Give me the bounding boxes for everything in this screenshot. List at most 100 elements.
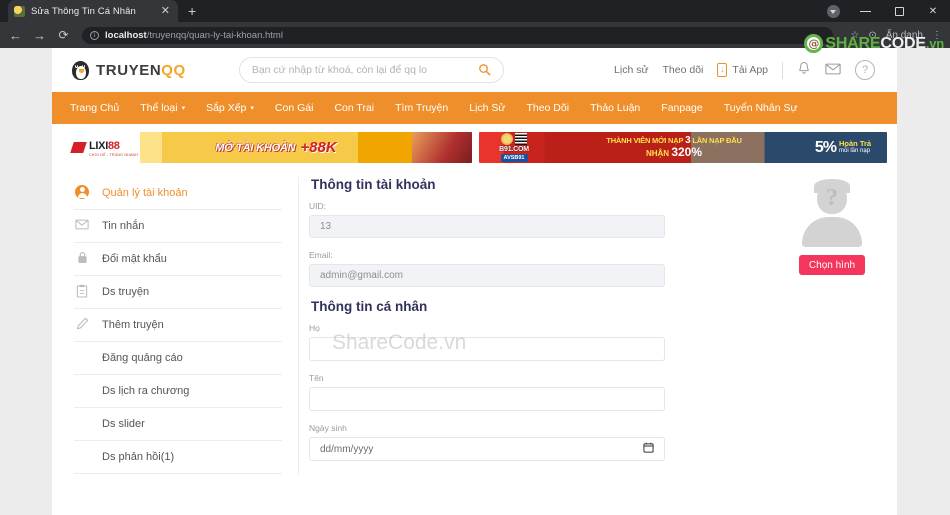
ad-banner-lixi88[interactable]: LIXI88 CHƠI DỄ - TRÚNG NHANH MỞ TÀI KHOẢ…	[64, 132, 472, 163]
nav-item-thao-luan[interactable]: Thảo Luận	[590, 102, 640, 114]
forward-button[interactable]: →	[32, 29, 47, 42]
sidebar-item-dang-quang-cao[interactable]: Đăng quảng cáo	[74, 342, 282, 375]
avatar-panel: ? Chọn hình	[759, 177, 879, 474]
user-avatar[interactable]: ?	[855, 60, 875, 80]
site-info-icon[interactable]: i	[90, 30, 99, 40]
sidebar-item-ds-lich-ra-chuong[interactable]: Ds lịch ra chương	[74, 375, 282, 408]
b91-line2: NHẬN	[645, 149, 670, 159]
nav-item-the-loai[interactable]: Thể loại ▾	[140, 102, 185, 114]
b91-promo-text: THÀNH VIÊN MỚI NẠP 3 LẦN NẠP ĐẦU NHẬN 32…	[549, 134, 799, 159]
ad-banner-row: LIXI88 CHƠI DỄ - TRÚNG NHANH MỞ TÀI KHOẢ…	[52, 124, 897, 163]
sidebar-item-label: Ds phản hồi(1)	[102, 451, 175, 463]
main-navigation: Trang Chủ Thể loại ▾ Sắp Xếp ▾ Con Gái Con…	[52, 92, 897, 124]
nav-item-theo-doi[interactable]: Theo Dõi	[526, 102, 569, 114]
sidebar-item-ds-truyen[interactable]: Ds truyện	[74, 276, 282, 309]
dob-input[interactable]: dd/mm/yyyy	[309, 437, 665, 461]
chevron-down-icon: ▾	[181, 105, 186, 112]
b91-tag: AVSB91	[500, 154, 528, 162]
sharecode-vn-text: .vn	[925, 35, 944, 51]
account-layout: Quản lý tài khoản Tin nhắn Đổi mật khẩu	[52, 163, 897, 474]
firstname-label: Tên	[309, 373, 324, 383]
lixi-promo-text: MỞ TÀI KHOẢN +88K	[140, 139, 412, 156]
sidebar-item-doi-mat-khau[interactable]: Đổi mật khẩu	[74, 243, 282, 276]
sidebar-item-them-truyen[interactable]: Thêm truyện	[74, 309, 282, 342]
messages-envelope-icon[interactable]	[825, 62, 841, 78]
lixi-line2: +88K	[300, 139, 337, 156]
sidebar-item-label: Đổi mật khẩu	[102, 253, 167, 265]
uid-input: 13	[309, 215, 665, 238]
avatar-placeholder: ?	[796, 179, 868, 247]
search-input[interactable]: Bạn cứ nhập từ khoá, còn lại để qq lo	[252, 64, 478, 76]
profile-chip-icon[interactable]	[818, 0, 848, 22]
nav-item-con-trai[interactable]: Con Trai	[334, 102, 374, 114]
search-box[interactable]: Bạn cứ nhập từ khoá, còn lại để qq lo	[238, 57, 504, 83]
nav-label: Trang Chủ	[70, 102, 120, 114]
field-email: Email: admin@gmail.com	[309, 250, 759, 287]
site-logo[interactable]: TRUYENQQ	[70, 60, 186, 80]
browser-tab[interactable]: Sửa Thông Tin Cá Nhân ✕	[8, 0, 178, 22]
lock-icon	[74, 251, 90, 267]
b91-rebate-percent: 5%	[814, 138, 837, 156]
nav-item-sap-xep[interactable]: Sắp Xếp ▾	[206, 102, 254, 114]
avatar-body-shape	[802, 217, 862, 247]
b91-brand-block: B91.COM AVSB91	[479, 132, 549, 163]
nav-item-tim-truyen[interactable]: Tìm Truyện	[395, 102, 448, 114]
nav-label: Tìm Truyện	[395, 102, 449, 114]
tab-title: Sửa Thông Tin Cá Nhân	[31, 5, 136, 17]
lastname-input[interactable]	[309, 337, 665, 361]
window-controls: ✕	[818, 0, 950, 22]
sidebar-item-quan-ly-tai-khoan[interactable]: Quản lý tài khoản	[74, 177, 282, 210]
lixi-brand-number: 88	[107, 140, 120, 153]
reload-button[interactable]: ⟳	[56, 29, 71, 41]
ad-banner-b91[interactable]: B91.COM AVSB91 THÀNH VIÊN MỚI NẠP 3 LẦN …	[479, 132, 887, 163]
nav-label: Con Trai	[334, 102, 375, 114]
header-right: Lịch sử Theo dõi Tải App ?	[614, 60, 879, 80]
tab-close-icon[interactable]: ✕	[159, 5, 172, 17]
nav-item-tuyen-nhan-su[interactable]: Tuyển Nhân Sự	[724, 102, 798, 114]
nav-label: Con Gái	[274, 102, 314, 114]
sidebar-item-ds-phan-hoi[interactable]: Ds phản hồi(1)	[74, 441, 282, 474]
sidebar-item-label: Đăng quảng cáo	[102, 352, 183, 364]
nav-item-fanpage[interactable]: Fanpage	[661, 102, 702, 114]
pen-icon	[74, 317, 90, 333]
nav-label: Theo Dõi	[526, 102, 570, 114]
nav-label: Fanpage	[661, 102, 703, 114]
choose-image-button[interactable]: Chọn hình	[799, 255, 865, 275]
address-bar[interactable]: i localhost/truyenqq/quan-ly-tai-khoan.h…	[82, 26, 834, 44]
maximize-button[interactable]	[882, 0, 916, 22]
notification-bell-icon[interactable]	[797, 61, 811, 79]
nav-item-trang-chu[interactable]: Trang Chủ	[70, 102, 119, 114]
sidebar-item-ds-slider[interactable]: Ds slider	[74, 408, 282, 441]
nav-item-con-gai[interactable]: Con Gái	[275, 102, 314, 114]
sidebar-item-label: Ds lịch ra chương	[102, 385, 190, 397]
page-viewport: TRUYENQQ Bạn cứ nhập từ khoá, còn lại để…	[0, 48, 950, 515]
new-tab-button[interactable]: +	[188, 3, 196, 22]
download-app-link[interactable]: Tải App	[717, 63, 768, 77]
lixi-artwork	[412, 132, 472, 163]
calendar-icon[interactable]	[643, 442, 654, 456]
field-dob: Ngày sinh dd/mm/yyyy	[309, 423, 759, 461]
minimize-button[interactable]	[848, 0, 882, 22]
user-icon	[74, 184, 90, 202]
b91-line1: THÀNH VIÊN MỚI NẠP	[606, 135, 684, 145]
firstname-input[interactable]	[309, 387, 665, 411]
close-window-button[interactable]: ✕	[916, 0, 950, 22]
email-input: admin@gmail.com	[309, 264, 665, 287]
nav-item-lich-su[interactable]: Lịch Sử	[469, 102, 505, 114]
b91-line1-number: 3	[685, 134, 691, 146]
site-header: TRUYENQQ Bạn cứ nhập từ khoá, còn lại để…	[52, 48, 897, 92]
nav-label: Sắp Xếp	[206, 102, 247, 114]
b91-brand-name: B91.COM	[499, 146, 529, 153]
nav-label: Thể loại	[140, 102, 178, 114]
sidebar-item-tin-nhan[interactable]: Tin nhắn	[74, 210, 282, 243]
header-link-history[interactable]: Lịch sử	[614, 64, 648, 76]
dob-value: dd/mm/yyyy	[320, 443, 374, 455]
lixi-brand-name: LIXI	[89, 140, 108, 153]
chevron-down-icon: ▾	[250, 105, 254, 112]
sidebar-item-label: Quản lý tài khoản	[102, 187, 188, 199]
back-button[interactable]: ←	[8, 29, 23, 42]
header-link-following[interactable]: Theo dõi	[663, 64, 704, 76]
search-icon[interactable]	[478, 63, 491, 78]
lastname-label: Họ	[309, 323, 320, 333]
sidebar-item-label: Ds slider	[102, 418, 145, 430]
